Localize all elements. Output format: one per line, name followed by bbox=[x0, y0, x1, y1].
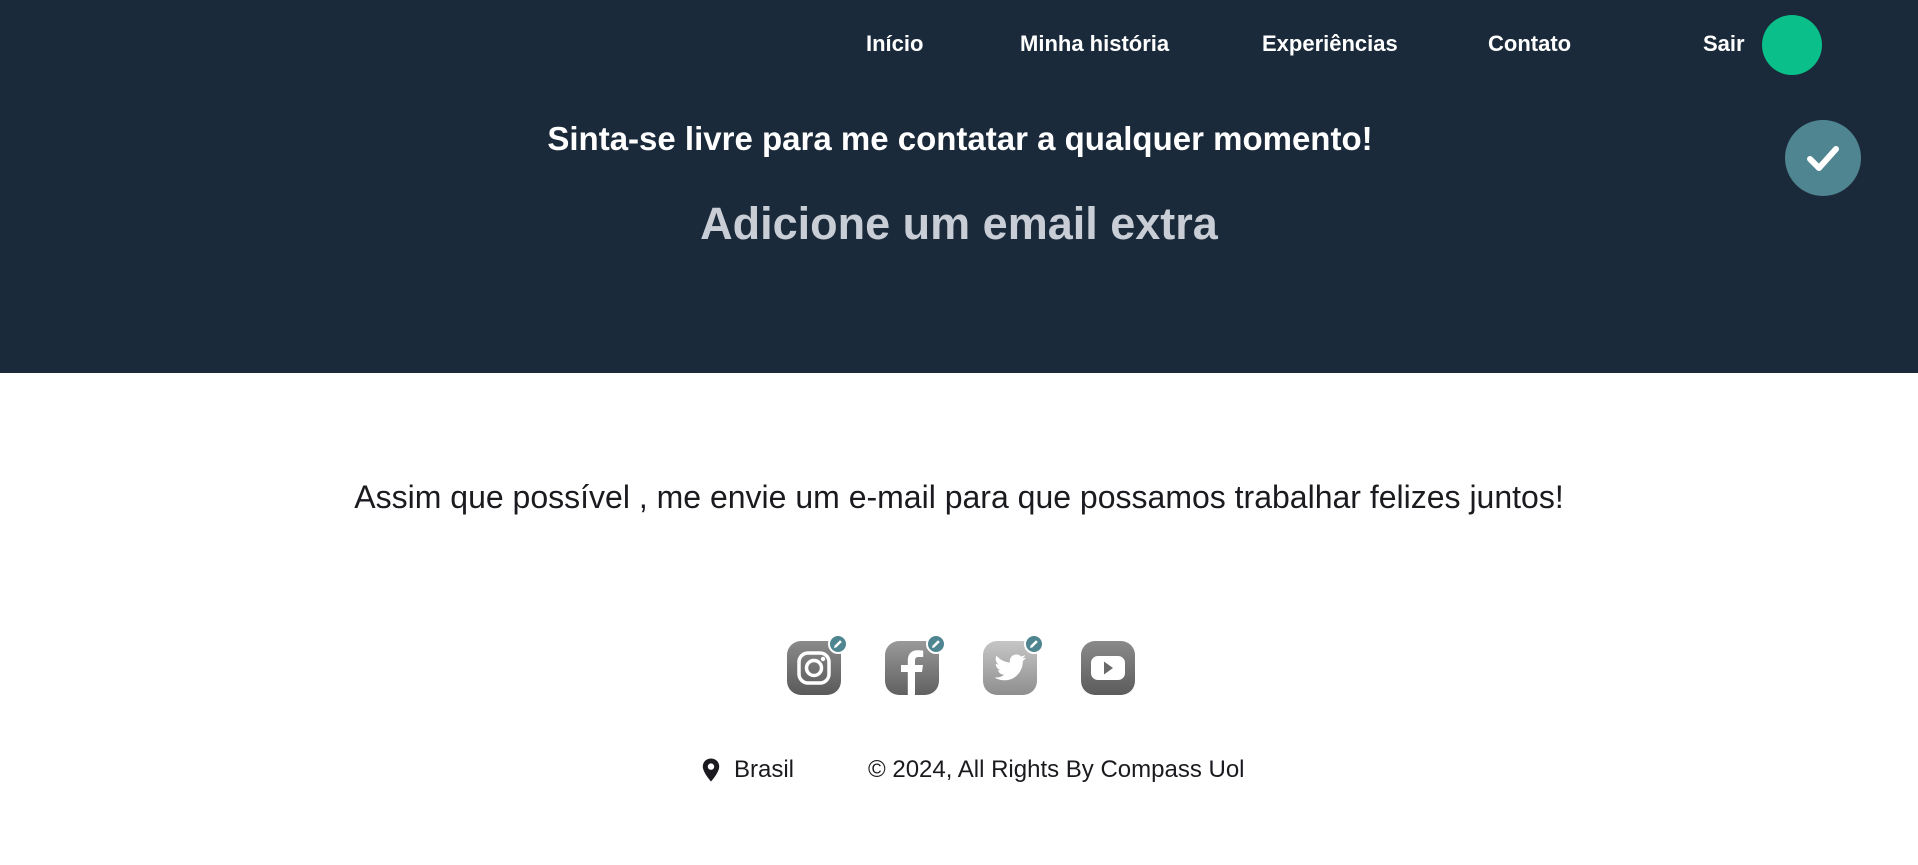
location-pin-icon bbox=[702, 758, 720, 782]
nav-link-contato[interactable]: Contato bbox=[1488, 30, 1571, 58]
confirm-button[interactable] bbox=[1785, 120, 1861, 196]
nav-link-experiencias[interactable]: Experiências bbox=[1262, 30, 1398, 58]
logout-link[interactable]: Sair bbox=[1703, 30, 1745, 58]
contact-message: Assim que possível , me envie um e-mail … bbox=[354, 479, 1564, 515]
facebook-link[interactable] bbox=[884, 634, 946, 696]
youtube-icon bbox=[1081, 641, 1135, 695]
check-icon bbox=[1807, 146, 1839, 171]
twitter-link[interactable] bbox=[982, 634, 1044, 696]
pencil-icon bbox=[1030, 640, 1038, 648]
edit-facebook-button[interactable] bbox=[926, 634, 946, 654]
pencil-icon bbox=[932, 640, 940, 648]
page-title: Sinta-se livre para me contatar a qualqu… bbox=[0, 118, 1918, 160]
nav-link-minha-historia[interactable]: Minha história bbox=[1020, 30, 1169, 58]
youtube-link[interactable] bbox=[1080, 640, 1136, 696]
copyright-text: © 2024, All Rights By Compass Uol bbox=[868, 756, 1245, 783]
location-text: Brasil bbox=[734, 756, 795, 783]
edit-instagram-button[interactable] bbox=[828, 634, 848, 654]
social-links bbox=[786, 634, 1136, 696]
footer-location: Brasil bbox=[702, 756, 794, 784]
pencil-icon bbox=[834, 640, 842, 648]
page-title-text: Sinta-se livre para me contatar a qualqu… bbox=[547, 120, 1373, 157]
nav-link-inicio[interactable]: Início bbox=[866, 30, 923, 58]
hero-section: Início Minha história Experiências Conta… bbox=[0, 0, 1918, 373]
avatar[interactable] bbox=[1762, 15, 1822, 75]
edit-twitter-button[interactable] bbox=[1024, 634, 1044, 654]
add-extra-email-button[interactable]: Adicione um email extra bbox=[0, 196, 1918, 252]
instagram-link[interactable] bbox=[786, 634, 848, 696]
